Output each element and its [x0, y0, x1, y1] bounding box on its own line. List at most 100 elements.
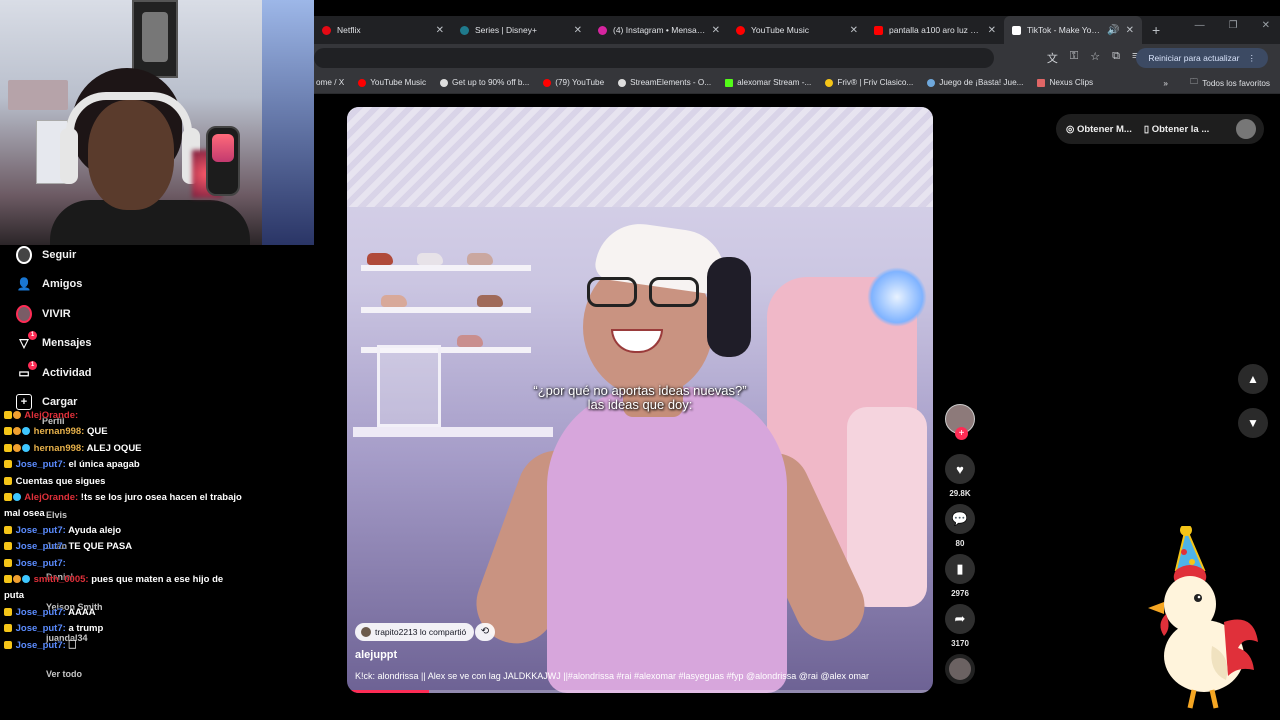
chat-message: Jose_put7: TE QUE PASA: [4, 539, 244, 555]
bookmark-youtube-music[interactable]: YouTube Music: [358, 78, 426, 87]
music-disc-icon[interactable]: [945, 654, 975, 684]
close-tab-icon[interactable]: ✕: [988, 25, 996, 36]
video-progress-bar[interactable]: [347, 690, 933, 693]
restore-icon[interactable]: ❐: [1229, 20, 1238, 31]
tiktok-sidebar: Seguir 👤 Amigos VIVIR ▽ 1 Mensajes ▭ 1 Act…: [0, 240, 220, 417]
video-shelf: [361, 265, 531, 271]
chat-username: AlejOrande:: [24, 410, 79, 421]
party-chicken-sticker: [1148, 526, 1258, 709]
close-tab-icon[interactable]: ✕: [712, 25, 720, 36]
chat-username: Jose_put7:: [15, 606, 66, 618]
bookmark-icon[interactable]: ▮: [945, 554, 975, 584]
chat-username: Jose_put7:: [15, 459, 66, 471]
close-tab-icon[interactable]: ✕: [850, 25, 858, 36]
headphone-left: [60, 128, 78, 184]
tab-instagram[interactable]: (4) Instagram • Mensajes ✕: [590, 16, 728, 44]
tab-netflix[interactable]: Netflix ✕: [314, 16, 452, 44]
sidebar-item-messages[interactable]: ▽ 1 Mensajes: [0, 329, 220, 359]
close-window-icon[interactable]: ✕: [1262, 20, 1270, 31]
video-player[interactable]: “¿por qué no aportas ideas nuevas?” las …: [347, 107, 933, 693]
bookmark-deal[interactable]: Get up to 90% off b...: [440, 78, 529, 87]
sub-badge-icon: [13, 575, 21, 584]
diamond-badge-icon: [22, 575, 30, 584]
window-controls: — ❐ ✕: [1195, 20, 1270, 31]
new-tab-button[interactable]: +: [1152, 22, 1160, 38]
bookmark-label: Get up to 90% off b...: [452, 78, 530, 87]
chevron-down-icon: ▼: [1247, 416, 1259, 430]
profile-avatar[interactable]: [1236, 119, 1256, 139]
shared-by-chip[interactable]: trapito2213 lo compartió: [355, 623, 475, 641]
update-button[interactable]: Reiniciar para actualizar ⋮: [1136, 48, 1268, 68]
chat-message: hernan998: ALEJ OQUE: [4, 441, 244, 457]
sneaker: [477, 295, 503, 307]
heart-icon[interactable]: ♥: [945, 454, 975, 484]
share-icon[interactable]: ➦: [945, 604, 975, 634]
chat-text: ALEJ OQUE: [86, 442, 142, 454]
light-panel: [262, 0, 314, 245]
close-tab-icon[interactable]: ✕: [436, 25, 444, 36]
video-ceiling: [347, 107, 933, 207]
extensions-icon[interactable]: ⧉: [1112, 50, 1120, 66]
comment-action[interactable]: 💬 80: [943, 504, 977, 548]
blue-light: [867, 267, 927, 327]
screen: Netflix ✕ Series | Disney+ ✕ (4) Instagr…: [0, 0, 1280, 720]
tab-youtube-music[interactable]: YouTube Music ✕: [728, 16, 866, 44]
tab-tiktok[interactable]: TikTok - Make Your D 🔊 ✕: [1004, 16, 1142, 44]
key-icon[interactable]: ⚿: [1070, 50, 1078, 66]
follow-plus-icon[interactable]: +: [955, 427, 968, 440]
translate-icon[interactable]: 文: [1047, 50, 1058, 66]
more-bookmarks-icon[interactable]: »: [1163, 79, 1168, 88]
creator-avatar[interactable]: +: [945, 404, 975, 440]
youtube-music-icon: [358, 78, 367, 87]
save-action[interactable]: ▮ 2976: [943, 554, 977, 598]
get-desktop-button[interactable]: ▯ Obtener la ...: [1144, 124, 1209, 135]
bookmark-basta[interactable]: Juego de ¡Basta! Jue...: [927, 78, 1023, 87]
star-icon[interactable]: ☆: [1090, 50, 1100, 66]
tab-youtube[interactable]: pantalla a100 aro luz blar ✕: [866, 16, 1004, 44]
tab-title: TikTok - Make Your D: [1027, 25, 1102, 35]
speaker-icon[interactable]: 🔊: [1107, 25, 1119, 36]
more-icon[interactable]: ⋮: [1248, 53, 1257, 64]
get-app-label: Obtener M...: [1076, 123, 1132, 135]
minimize-icon[interactable]: —: [1195, 20, 1205, 31]
video-author[interactable]: alejuppt: [355, 649, 397, 661]
youtube-icon: [543, 78, 552, 87]
chat-text: 🗌: [68, 639, 77, 651]
like-action[interactable]: ♥ 29.8K: [943, 454, 977, 498]
close-tab-icon[interactable]: ✕: [574, 25, 582, 36]
following-avatar-icon: [16, 245, 32, 264]
sneaker: [381, 295, 407, 307]
get-desktop-label: Obtener la ...: [1151, 123, 1210, 135]
share-action[interactable]: ➦ 3170: [943, 604, 977, 648]
bookmark-streamelements[interactable]: StreamElements - O...: [618, 78, 711, 87]
repost-icon[interactable]: ⟲: [475, 623, 495, 641]
chat-username: Jose_put7:: [15, 524, 66, 536]
previous-video-button[interactable]: ▲: [1238, 364, 1268, 394]
bookmark-friv[interactable]: Friv® | Friv Clasico...: [825, 78, 913, 87]
get-app-button[interactable]: ◎ Obtener M...: [1066, 124, 1132, 135]
tab-disney[interactable]: Series | Disney+ ✕: [452, 16, 590, 44]
bookmark-label: Nexus Clips: [1049, 78, 1094, 87]
diamond-badge-icon: [22, 427, 30, 436]
comment-icon[interactable]: 💬: [945, 504, 975, 534]
bookmark-youtube[interactable]: (79) YouTube: [543, 78, 604, 87]
sidebar-item-live[interactable]: VIVIR: [0, 299, 220, 329]
address-input[interactable]: [314, 48, 994, 68]
next-video-button[interactable]: ▼: [1238, 408, 1268, 438]
chat-message: Cuentas que sigues: [4, 474, 244, 490]
bookmark-nexus[interactable]: Nexus Clips: [1037, 78, 1093, 87]
glasses: [587, 277, 707, 311]
chat-username: Jose_put7:: [15, 623, 66, 635]
sidebar-item-friends[interactable]: 👤 Amigos: [0, 270, 220, 300]
favorites-label: Todos los favoritos: [1202, 78, 1270, 88]
sidebar-item-activity[interactable]: ▭ 1 Actividad: [0, 358, 220, 388]
chat-message: Jose_put7: Ayuda alejo: [4, 523, 244, 539]
feed-navigation: ▲ ▼: [1238, 364, 1268, 452]
close-tab-icon[interactable]: ✕: [1126, 25, 1134, 36]
crown-badge-icon: [4, 558, 12, 567]
crown-badge-icon: [4, 476, 12, 485]
chat-text: AAAA: [68, 606, 96, 618]
bookmark-kick[interactable]: alexomar Stream -...: [725, 78, 811, 87]
favorites-folder[interactable]: 🗀 Todos los favoritos: [1190, 76, 1270, 90]
bookmark-x[interactable]: ome / X: [316, 78, 344, 87]
